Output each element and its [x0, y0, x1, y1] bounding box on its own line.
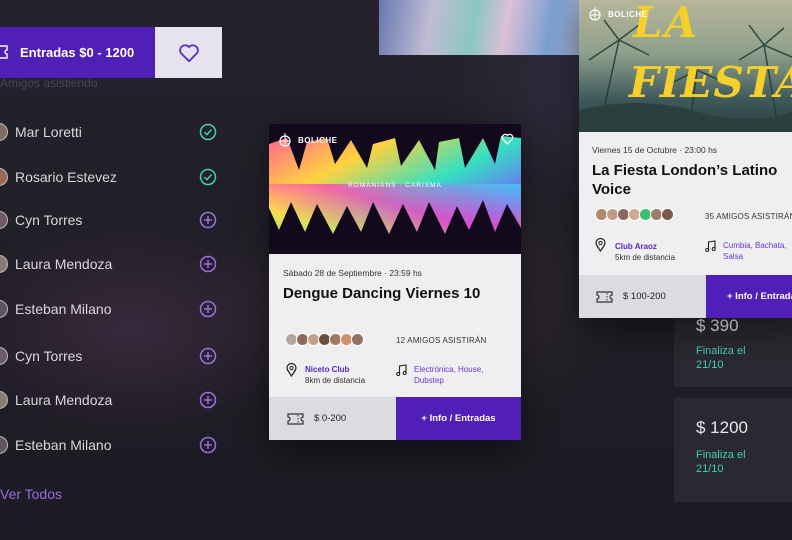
favorite-button[interactable] — [155, 27, 222, 78]
friend-item[interactable]: Esteban Milano — [0, 430, 222, 460]
avatar — [0, 347, 8, 365]
friend-name: Esteban Milano — [15, 301, 112, 317]
friend-item[interactable]: Cyn Torres — [0, 205, 222, 235]
venue-distance: 8km de distancia — [305, 376, 366, 385]
filter-bar: Entradas $0 - 1200 — [0, 27, 222, 78]
friend-name: Cyn Torres — [15, 212, 83, 228]
price-amount: $ 1200 — [696, 418, 748, 437]
price-tile[interactable]: $ 1200 Finaliza el 21/10 — [674, 398, 792, 502]
friend-item[interactable]: Esteban Milano — [0, 294, 222, 324]
price-range: $ 100-200 — [579, 275, 706, 318]
category-label: BOLICHE — [608, 9, 648, 19]
ticket-icon — [0, 45, 8, 59]
price-label: $ 0-200 — [314, 413, 347, 424]
location-pin-icon — [286, 363, 297, 377]
avatar — [0, 391, 8, 409]
friend-name: Mar Loretti — [15, 124, 82, 140]
ticket-icon — [596, 290, 613, 303]
add-circle-icon[interactable] — [199, 347, 217, 365]
check-circle-icon[interactable] — [199, 123, 217, 141]
price-label: $ 100-200 — [623, 291, 666, 302]
event-genres: Cumbia, Bachata, Salsa — [723, 241, 787, 261]
heart-icon[interactable] — [501, 133, 514, 145]
avatar — [0, 255, 8, 273]
event-date: Sábado 28 de Septiembre · 23:59 hs — [283, 268, 422, 278]
avatar — [0, 211, 8, 229]
friend-name: Laura Mendoza — [15, 392, 113, 408]
event-date: Viernes 15 de Octubre · 23:00 hs — [592, 145, 718, 155]
info-tickets-button[interactable]: + Info / Entradas — [706, 275, 792, 318]
avatar — [0, 123, 8, 141]
venue-name[interactable]: Niceto Club — [305, 364, 365, 375]
price-range: $ 0-200 — [269, 397, 396, 440]
friend-name: Rosario Estevez — [15, 169, 117, 185]
avatar — [0, 436, 8, 454]
music-note-icon — [705, 240, 716, 252]
venue-distance: 5km de distancia — [615, 253, 676, 262]
friend-item[interactable]: Laura Mendoza — [0, 249, 222, 279]
venue-name[interactable]: Club Araoz — [615, 241, 675, 252]
event-card[interactable]: LA FIESTA BOLICHE Viernes 15 de Octubre … — [579, 0, 792, 318]
poster-text: ROMANIANS · CARISMA — [348, 182, 442, 189]
friend-name: Laura Mendoza — [15, 256, 113, 272]
category-tag: BOLICHE — [588, 7, 648, 21]
friend-item[interactable]: Mar Loretti — [0, 117, 222, 147]
info-tickets-button[interactable]: + Info / Entradas — [396, 397, 521, 440]
friend-avatars — [285, 333, 364, 346]
venue-info: Niceto Club 8km de distancia — [305, 364, 365, 386]
event-poster: LA FIESTA BOLICHE — [579, 0, 792, 132]
see-all-link[interactable]: Ver Todos — [0, 486, 62, 502]
event-title: Dengue Dancing Viernes 10 — [283, 285, 481, 302]
disco-ball-icon — [589, 7, 601, 21]
price-filter-button[interactable]: Entradas $0 - 1200 — [0, 27, 155, 78]
event-poster: ROMANIANS · CARISMA BOLICHE — [269, 124, 521, 254]
venue-info: Club Araoz 5km de distancia — [615, 241, 675, 263]
music-note-icon — [396, 364, 407, 376]
price-end-date: Finaliza el 21/10 — [696, 345, 746, 371]
friend-avatars — [595, 208, 674, 221]
attending-count: 12 AMIGOS ASISTIRÁN — [396, 336, 487, 345]
add-circle-icon[interactable] — [199, 211, 217, 229]
category-label: BOLICHE — [298, 135, 338, 145]
friend-name: Esteban Milano — [15, 437, 112, 453]
add-circle-icon[interactable] — [199, 436, 217, 454]
event-genres: Electrónica, House, Dubstep — [414, 365, 484, 385]
avatar — [0, 168, 8, 186]
location-pin-icon — [595, 238, 606, 252]
friends-heading: Amigos asistiendo — [0, 76, 98, 90]
friend-item[interactable]: Rosario Estevez — [0, 162, 222, 192]
price-filter-label: Entradas $0 - 1200 — [20, 45, 135, 60]
friend-item[interactable]: Laura Mendoza — [0, 385, 222, 415]
attending-count: 35 AMIGOS ASISTIRÁN — [705, 212, 792, 221]
add-circle-icon[interactable] — [199, 300, 217, 318]
friend-name: Cyn Torres — [15, 348, 83, 364]
price-amount: $ 390 — [696, 316, 739, 335]
add-circle-icon[interactable] — [199, 255, 217, 273]
add-circle-icon[interactable] — [199, 391, 217, 409]
disco-ball-icon — [279, 133, 291, 147]
friend-item[interactable]: Cyn Torres — [0, 341, 222, 371]
holographic-banner — [379, 0, 589, 55]
heart-icon — [178, 43, 199, 62]
price-end-date: Finaliza el 21/10 — [696, 449, 746, 475]
ticket-icon — [287, 412, 304, 425]
poster-title-2: FIESTA — [629, 58, 792, 107]
category-tag: BOLICHE — [278, 133, 338, 147]
check-circle-icon[interactable] — [199, 168, 217, 186]
avatar — [0, 300, 8, 318]
event-card[interactable]: ROMANIANS · CARISMA BOLICHE Sábado 28 de… — [269, 124, 521, 440]
event-title: La Fiesta London’s Latino Voice — [592, 162, 778, 198]
